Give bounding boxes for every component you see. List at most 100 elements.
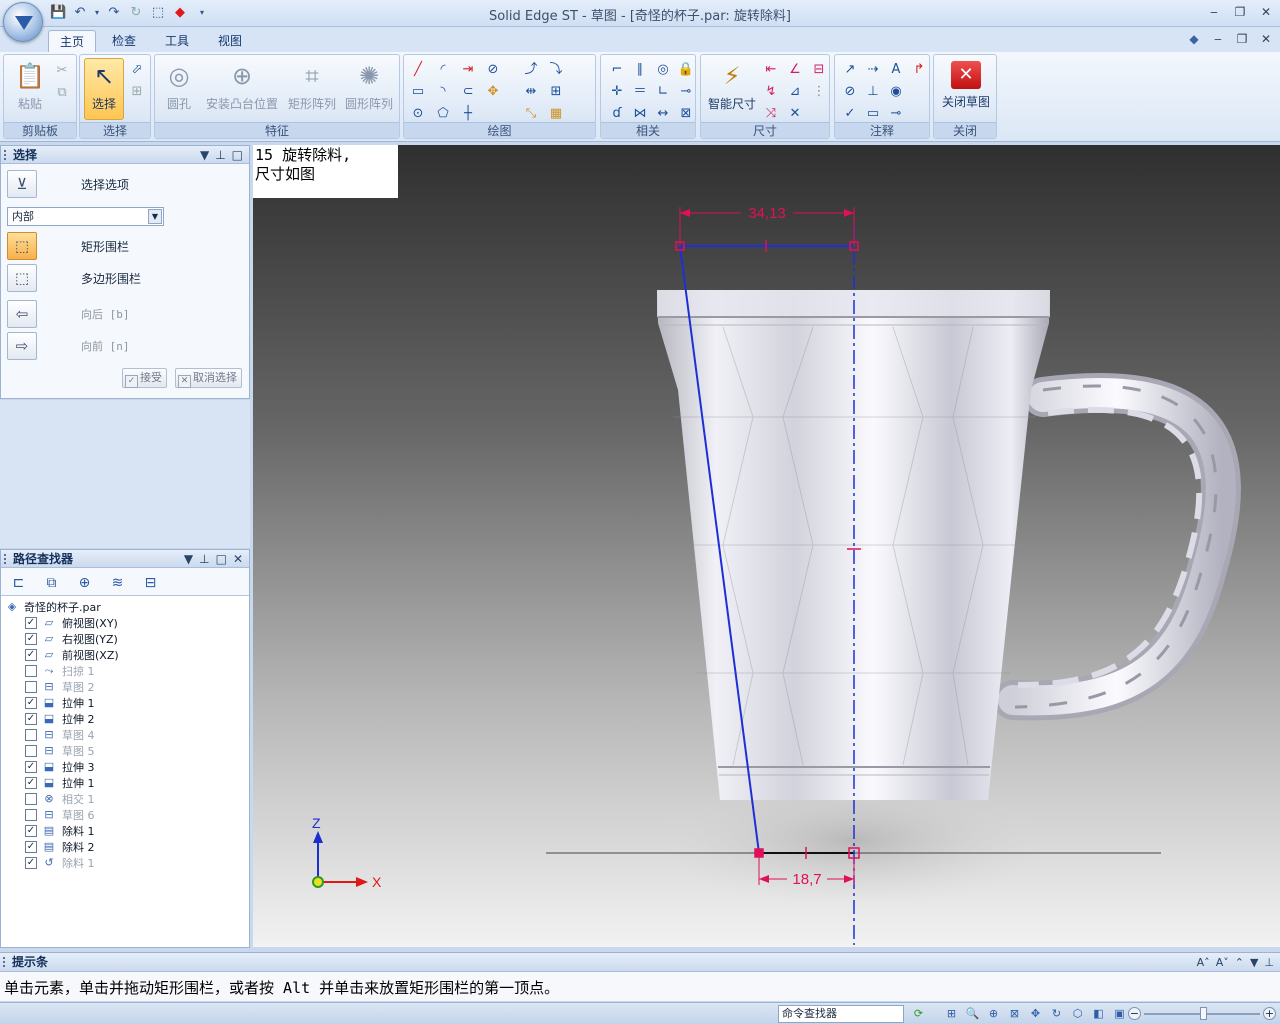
circ-pattern-button[interactable]: ✺ 圆形阵列 (341, 59, 397, 121)
balloon-icon[interactable]: ↱ (909, 60, 929, 79)
paste-button[interactable]: 📋 粘贴 (8, 59, 52, 121)
datum-icon[interactable]: ◉ (886, 82, 906, 101)
symmetric-icon[interactable]: ⋈ (630, 104, 650, 123)
leader-icon[interactable]: ↗ (840, 60, 860, 79)
selection-mode-select[interactable]: 内部 ▼ (7, 207, 164, 226)
dim-delete-icon[interactable]: ✕ (785, 104, 805, 123)
zoom-out-icon[interactable]: − (1128, 1007, 1141, 1020)
visibility-checkbox[interactable]: ✓ (25, 649, 37, 661)
dim-axis-icon[interactable]: ⤨ (761, 104, 781, 123)
perpendicular-icon[interactable]: ⌐ (607, 60, 627, 79)
lock-icon[interactable]: 🔒 (676, 60, 696, 79)
display-mode-icon[interactable]: ▣ (1111, 1005, 1128, 1022)
select-button[interactable]: ↖ 选择 (84, 58, 124, 120)
visibility-checkbox[interactable] (25, 665, 37, 677)
tree-item[interactable]: ✓ ▱ 前视图(XZ) (25, 647, 119, 663)
fillet-icon[interactable]: ◝ (433, 82, 453, 101)
display-icon[interactable]: ⊟ (139, 572, 162, 594)
visibility-checkbox[interactable]: ✓ (25, 713, 37, 725)
visibility-checkbox[interactable]: ✓ (25, 761, 37, 773)
visibility-checkbox[interactable]: ✓ (25, 841, 37, 853)
close-sketch-button[interactable]: ✕ 关闭草图 (937, 59, 995, 121)
project-icon[interactable]: ⤴ (521, 60, 541, 79)
parallel-icon[interactable]: ∥ (630, 60, 650, 79)
zoom-icon[interactable]: 🔍 (964, 1005, 981, 1022)
equal-icon[interactable]: ＝ (630, 82, 650, 101)
select-options-row[interactable]: ⊻ 选择选项 (7, 170, 129, 198)
tab-tools[interactable]: 工具 (154, 30, 200, 52)
polygon-fence-row[interactable]: ⬚ 多边形围栏 (7, 264, 141, 292)
panel-menu-icon[interactable]: ▼ (200, 146, 209, 164)
minimize-button[interactable]: ‒ (1206, 4, 1222, 20)
zoom-slider[interactable]: − + (1128, 1007, 1276, 1021)
polygon-fence-icon[interactable]: ⬚ (7, 264, 37, 292)
hole-button[interactable]: ◎ 圆孔 (159, 59, 199, 121)
doc-restore-button[interactable]: ❐ (1234, 31, 1250, 47)
zoom-slider-thumb[interactable] (1200, 1007, 1207, 1020)
distance-between-icon[interactable]: ⇤ (761, 60, 781, 79)
tab-home[interactable]: 主页 (48, 30, 97, 52)
coordinate-dim-icon[interactable]: ⊟ (809, 60, 829, 79)
tree-item[interactable]: ✓ ⬓ 拉伸 1 (25, 695, 95, 711)
tree-item[interactable]: ⊟ 草图 6 (25, 807, 95, 823)
tree-item[interactable]: ✓ ▤ 除料 1 (25, 823, 95, 839)
select-tool-icon[interactable]: ⬀ (127, 60, 147, 79)
copy-icon[interactable]: ⧉ (52, 83, 72, 102)
doc-minimize-button[interactable]: ‒ (1210, 31, 1226, 47)
visibility-checkbox[interactable]: ✓ (25, 857, 37, 869)
angular-coord-icon[interactable]: ⊿ (785, 82, 805, 101)
split-icon[interactable]: ┼ (458, 104, 478, 123)
rigid-icon[interactable]: ⊠ (676, 104, 696, 123)
connect-icon[interactable]: ✛ (607, 82, 627, 101)
perpendicular-corner-icon[interactable]: ∟ (653, 82, 673, 101)
circle-icon[interactable]: ⊙ (408, 104, 428, 123)
pin-icon[interactable]: ⊥ (215, 146, 225, 164)
panel-menu-icon[interactable]: ▼ (1250, 953, 1258, 972)
symmetric-dim-icon[interactable]: ↯ (761, 82, 781, 101)
tree-item[interactable]: ✓ ⬓ 拉伸 2 (25, 711, 95, 727)
arrow-right-icon[interactable]: ⇨ (7, 332, 37, 360)
angle-between-icon[interactable]: ∠ (785, 60, 805, 79)
arc-icon[interactable]: ◜ (433, 60, 453, 79)
pin-icon[interactable]: ⊥ (199, 550, 209, 568)
restore-button[interactable]: ❐ (1232, 4, 1248, 20)
line-icon[interactable]: ╱ (408, 60, 428, 79)
close-icon[interactable]: ✕ (233, 550, 243, 568)
refresh-icon[interactable]: ⟳ (910, 1005, 927, 1022)
font-increase-icon[interactable]: A˄ (1197, 953, 1210, 972)
assembly-icon[interactable]: ⊕ (73, 572, 96, 594)
trim-icon[interactable]: ⇥ (458, 60, 478, 79)
extend-icon[interactable]: ⊂ (458, 82, 478, 101)
dimension-bottom-value[interactable]: 18,7 (792, 871, 821, 888)
feature-control-icon[interactable]: ▭ (863, 104, 883, 123)
graphics-window[interactable]: 34,13 18,7 Z X 15 旋转除料, 尺寸如图 (253, 145, 1280, 947)
accept-button[interactable]: ✓ 接受 (122, 368, 167, 388)
maximize-icon[interactable]: □ (216, 550, 227, 568)
maximize-icon[interactable]: □ (232, 146, 243, 164)
polygon-icon[interactable]: ⬠ (433, 104, 453, 123)
tree-root[interactable]: ◈ 奇怪的杯子.par (5, 599, 101, 615)
horizontal-icon[interactable]: ↔ (653, 104, 673, 123)
font-decrease-icon[interactable]: A˅ (1216, 953, 1229, 972)
visibility-checkbox[interactable] (25, 729, 37, 741)
edge-condition-icon[interactable]: ⊸ (886, 104, 906, 123)
mirror-icon[interactable]: ⇹ (521, 82, 541, 101)
view-orient-icon[interactable]: ⬡ (1069, 1005, 1086, 1022)
rectangle-fence-icon[interactable]: ⬚ (7, 232, 37, 260)
visibility-checkbox[interactable]: ✓ (25, 617, 37, 629)
tree-item[interactable]: ⊗ 相交 1 (25, 791, 95, 807)
pin-icon[interactable]: ⊥ (1264, 953, 1274, 972)
surface-texture-icon[interactable]: ⊥ (863, 82, 883, 101)
application-menu-button[interactable] (3, 2, 43, 42)
arrow-left-icon[interactable]: ⇦ (7, 300, 37, 328)
tree-item[interactable]: ⊟ 草图 4 (25, 727, 95, 743)
dim-style-icon[interactable]: ⋮ (809, 82, 829, 101)
dimension-top[interactable]: 34,13 (679, 205, 855, 246)
rectangle-icon[interactable]: ▭ (408, 82, 428, 101)
visibility-checkbox[interactable] (25, 745, 37, 757)
offset-icon[interactable]: ⤵ (546, 60, 566, 79)
tangent-icon[interactable]: ɗ (607, 104, 627, 123)
rotate-icon[interactable]: ↻ (1048, 1005, 1065, 1022)
close-window-button[interactable]: ✕ (1258, 4, 1274, 20)
copy-feature-icon[interactable]: ⧉ (40, 572, 63, 594)
